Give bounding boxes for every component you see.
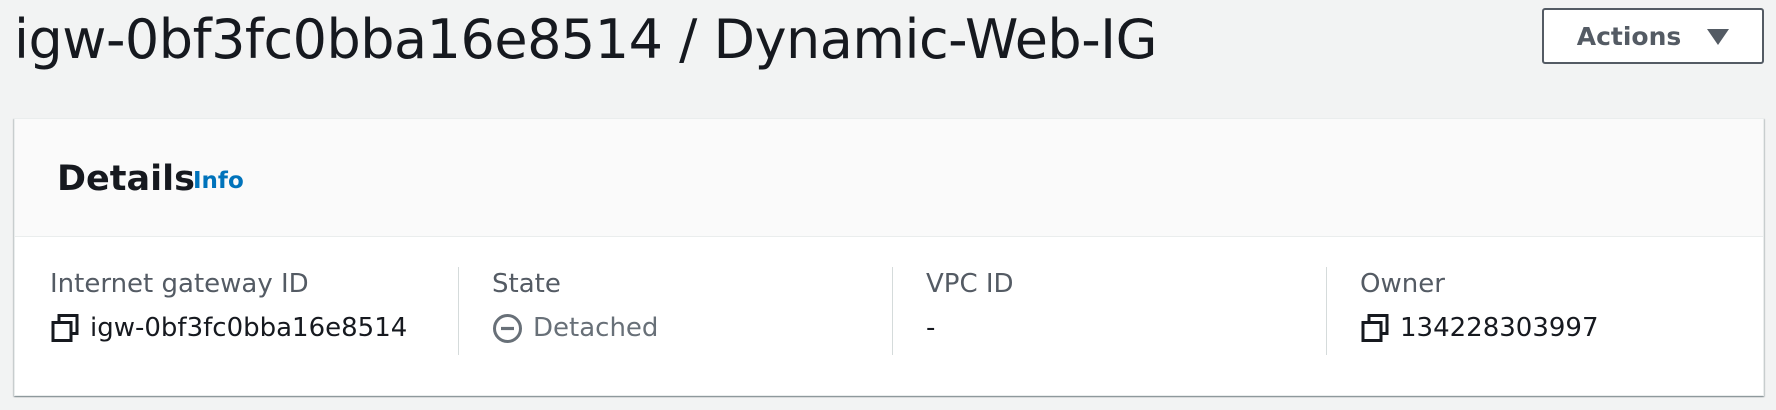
details-panel-title: Details (57, 159, 195, 199)
column-divider (1326, 267, 1327, 355)
state-value-row: Detached (492, 311, 658, 345)
vpc-id-field: VPC ID - (926, 267, 1266, 355)
vpc-id-value-row: - (926, 311, 935, 345)
owner-label: Owner (1360, 269, 1445, 299)
caret-down-icon (1707, 29, 1730, 45)
state-label: State (492, 269, 561, 299)
owner-value-row: 134228303997 (1360, 311, 1599, 345)
owner-field: Owner 134228303997 (1360, 267, 1700, 355)
vpc-id-label: VPC ID (926, 269, 1014, 299)
internet-gateway-id-field: Internet gateway ID igw-0bf3fc0bba16e851… (50, 267, 407, 355)
page-title: igw-0bf3fc0bba16e8514 / Dynamic-Web-IG (14, 8, 1157, 71)
vpc-id-value: - (926, 313, 936, 343)
owner-value: 134228303997 (1400, 313, 1599, 343)
state-field: State Detached (492, 267, 832, 355)
internet-gateway-id-label: Internet gateway ID (50, 269, 309, 299)
details-panel: Details Info Internet gateway ID igw-0bf… (14, 118, 1764, 396)
details-panel-header: Details Info (15, 119, 1763, 237)
actions-button-label: Actions (1576, 21, 1682, 51)
copy-icon[interactable] (1360, 313, 1390, 343)
copy-icon[interactable] (50, 313, 80, 343)
internet-gateway-detail-page: igw-0bf3fc0bba16e8514 / Dynamic-Web-IG A… (0, 0, 1776, 410)
column-divider (892, 267, 893, 355)
info-link[interactable]: Info (193, 168, 244, 194)
internet-gateway-id-value: igw-0bf3fc0bba16e8514 (90, 313, 408, 343)
state-value: Detached (533, 313, 659, 343)
status-stopped-icon (493, 313, 522, 343)
actions-dropdown-button[interactable]: Actions (1542, 8, 1764, 64)
column-divider (458, 267, 459, 355)
internet-gateway-id-value-row: igw-0bf3fc0bba16e8514 (50, 311, 407, 345)
